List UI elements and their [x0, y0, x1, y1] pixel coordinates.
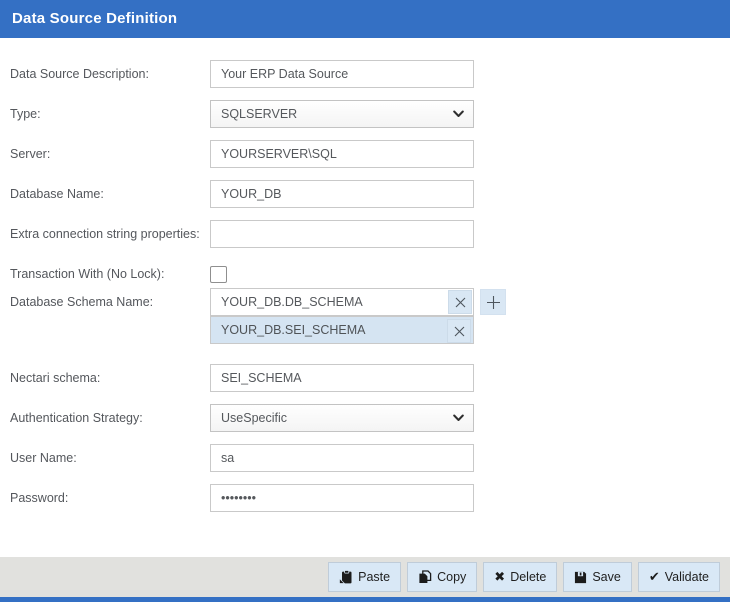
paste-icon — [339, 570, 353, 584]
delete-button-label: Delete — [510, 570, 546, 584]
schema-entry — [210, 288, 474, 316]
data-source-description-label: Data Source Description: — [10, 67, 210, 81]
save-icon — [574, 571, 587, 584]
server-input[interactable] — [210, 140, 474, 168]
form-row: Server: — [10, 140, 730, 168]
delete-button[interactable]: ✖ Delete — [483, 562, 557, 592]
form-row: YOUR_DB.SEI_SCHEMA — [10, 316, 730, 344]
extra-connection-input[interactable] — [210, 220, 474, 248]
data-source-panel: Data Source Definition Data Source Descr… — [0, 0, 730, 602]
auth-strategy-label: Authentication Strategy: — [10, 411, 210, 425]
password-label: Password: — [10, 491, 210, 505]
username-input[interactable] — [210, 444, 474, 472]
form-row: Nectari schema: — [10, 364, 730, 392]
nectari-schema-label: Nectari schema: — [10, 371, 210, 385]
validate-button-label: Validate — [665, 570, 709, 584]
form-row: Extra connection string properties: — [10, 220, 730, 248]
plus-icon — [486, 295, 501, 310]
type-label: Type: — [10, 107, 210, 121]
schema-remove-button[interactable] — [448, 290, 472, 314]
form-row: Type: SQLSERVER — [10, 100, 730, 128]
save-button[interactable]: Save — [563, 562, 632, 592]
panel-title: Data Source Definition — [12, 10, 177, 27]
server-label: Server: — [10, 147, 210, 161]
panel-header: Data Source Definition — [0, 0, 730, 38]
data-source-description-input[interactable] — [210, 60, 474, 88]
paste-button-label: Paste — [358, 570, 390, 584]
chevron-down-icon — [453, 110, 464, 118]
toolbar: Paste Copy ✖ Delete Save — [0, 557, 730, 597]
form-row: Database Name: — [10, 180, 730, 208]
database-name-label: Database Name: — [10, 187, 210, 201]
type-select-value: SQLSERVER — [221, 107, 297, 121]
copy-button-label: Copy — [437, 570, 466, 584]
copy-icon — [418, 570, 432, 584]
x-icon — [454, 296, 467, 309]
form-row: Password: — [10, 484, 730, 512]
x-icon — [453, 325, 466, 338]
chevron-down-icon — [453, 414, 464, 422]
form-row: Authentication Strategy: UseSpecific — [10, 404, 730, 432]
form-row: Database Schema Name: — [10, 288, 730, 316]
paste-button[interactable]: Paste — [328, 562, 401, 592]
schema-row-selected-label: YOUR_DB.SEI_SCHEMA — [221, 323, 365, 337]
extra-connection-label: Extra connection string properties: — [10, 227, 210, 241]
database-schema-label: Database Schema Name: — [10, 295, 210, 309]
auth-strategy-select[interactable]: UseSpecific — [210, 404, 474, 432]
nolock-label: Transaction With (No Lock): — [10, 267, 210, 281]
username-label: User Name: — [10, 451, 210, 465]
database-name-input[interactable] — [210, 180, 474, 208]
type-select[interactable]: SQLSERVER — [210, 100, 474, 128]
form-row: Data Source Description: — [10, 60, 730, 88]
schema-input[interactable] — [210, 288, 474, 316]
schema-add-button[interactable] — [480, 289, 506, 315]
validate-icon: ✔ — [649, 571, 660, 584]
footer-accent-bar — [0, 597, 730, 602]
form-row: Transaction With (No Lock): — [10, 260, 730, 288]
password-input[interactable] — [210, 484, 474, 512]
data-source-form: Data Source Description: Type: SQLSERVER… — [0, 38, 730, 557]
save-button-label: Save — [592, 570, 621, 584]
validate-button[interactable]: ✔ Validate — [638, 562, 720, 592]
nectari-schema-input[interactable] — [210, 364, 474, 392]
copy-button[interactable]: Copy — [407, 562, 477, 592]
schema-row-selected[interactable]: YOUR_DB.SEI_SCHEMA — [210, 316, 474, 344]
nolock-checkbox[interactable] — [210, 266, 227, 283]
delete-icon: ✖ — [494, 571, 505, 584]
schema-remove-button-2[interactable] — [447, 319, 471, 343]
auth-strategy-value: UseSpecific — [221, 411, 287, 425]
form-row: User Name: — [10, 444, 730, 472]
